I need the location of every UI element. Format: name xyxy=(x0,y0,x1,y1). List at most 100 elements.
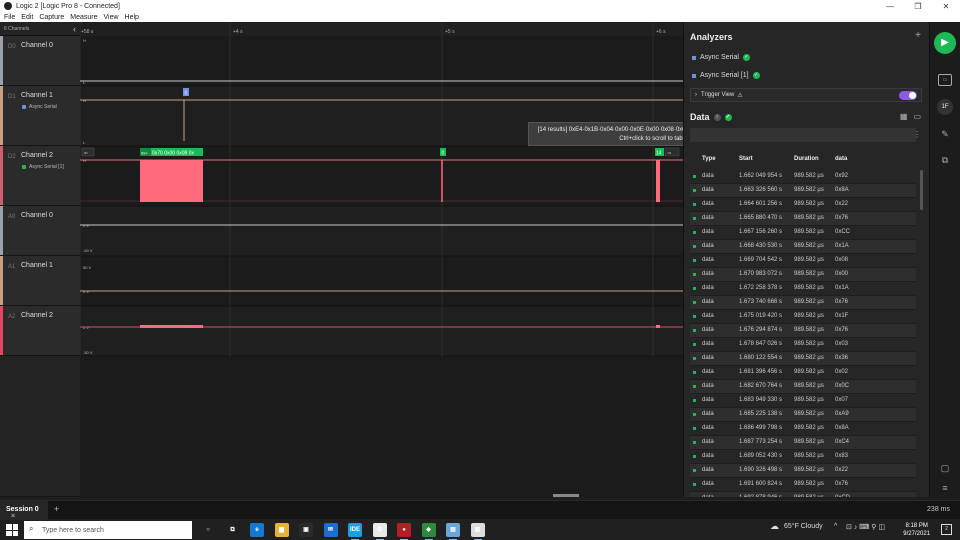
table-row[interactable]: data 1.667 156 260 s 989.582 µs 0xCC xyxy=(690,226,916,240)
table-row[interactable]: data 1.678 847 026 s 989.582 µs 0x03 xyxy=(690,338,916,352)
menu-view[interactable]: View xyxy=(103,14,118,21)
taskbar-search-input[interactable]: ⌕ Type here to search xyxy=(24,521,192,539)
channel-row-d1[interactable]: D1 Channel 1 Async Serial xyxy=(0,86,80,146)
app-red-icon[interactable]: ● xyxy=(397,523,411,540)
table-row[interactable]: data 1.690 326 498 s 989.582 µs 0x22 xyxy=(690,464,916,478)
table-row[interactable]: data 1.662 049 954 s 989.582 µs 0x92 xyxy=(690,170,916,184)
a2-bottom-label: -50 V xyxy=(83,350,93,355)
kebab-menu-icon[interactable]: ⋮ xyxy=(913,130,921,139)
start-capture-play-icon[interactable]: ▶ xyxy=(934,32,956,54)
edge-icon[interactable]: e xyxy=(250,523,264,537)
app-blue-icon[interactable]: ▤ xyxy=(446,523,460,540)
file-explorer-icon[interactable]: ▆ xyxy=(274,523,289,537)
row-status-dot xyxy=(693,175,696,178)
analyzers-icon[interactable]: 1F xyxy=(937,99,953,115)
row-data: 0xA9 xyxy=(835,411,849,417)
menu-measure[interactable]: Measure xyxy=(70,14,97,21)
store-icon[interactable]: ▣ xyxy=(299,523,313,537)
tray-icons[interactable]: ⊡ ♪ ⌨ ⚲ ◫ xyxy=(846,523,885,531)
data-search-input[interactable] xyxy=(690,128,916,142)
table-row[interactable]: data 1.680 122 554 s 989.582 µs 0x36 xyxy=(690,352,916,366)
clock[interactable]: 8:18 PM 9/27/2021 xyxy=(903,522,930,538)
info-icon[interactable]: i xyxy=(713,113,721,121)
menu-file[interactable]: File xyxy=(4,14,15,21)
trigger-view-row[interactable]: › Trigger View ⚠ xyxy=(690,88,922,102)
menu-capture[interactable]: Capture xyxy=(39,14,64,21)
analyzer-async-serial-1[interactable]: Async Serial [1] ✓ xyxy=(692,72,760,79)
measurement-pen-icon[interactable]: ✎ xyxy=(938,128,952,140)
channel-row-d2[interactable]: D2 Channel 2 Async Serial [1] xyxy=(0,146,80,206)
table-row[interactable]: data 1.686 499 798 s 989.582 µs 0x8A xyxy=(690,422,916,436)
session-close-icon[interactable]: × xyxy=(11,513,15,520)
channel-name[interactable]: Channel 1 xyxy=(21,262,53,269)
minimize-button[interactable]: — xyxy=(876,2,904,11)
main-menu-icon[interactable]: ≡ xyxy=(938,482,952,494)
logic-icon[interactable]: ⚙ xyxy=(372,523,387,540)
table-grid-icon[interactable]: ▦ xyxy=(900,112,908,121)
table-row[interactable]: data 1.673 740 666 s 989.582 µs 0x76 xyxy=(690,296,916,310)
channel-name[interactable]: Channel 2 xyxy=(21,312,53,319)
add-analyzer-button[interactable]: + xyxy=(915,30,921,41)
mail-icon[interactable]: ✉ xyxy=(323,523,338,537)
channel-name[interactable]: Channel 2 xyxy=(21,152,53,159)
col-type[interactable]: Type xyxy=(702,156,716,162)
channel-row-a2[interactable]: A2 Channel 2 xyxy=(0,306,80,356)
channel-name[interactable]: Channel 1 xyxy=(21,92,53,99)
ide-icon[interactable]: IDE xyxy=(348,523,362,540)
notifications-icon[interactable]: 2 xyxy=(941,524,952,535)
tray-chevron-icon[interactable]: ^ xyxy=(834,523,837,530)
table-row[interactable]: data 1.681 396 456 s 989.582 µs 0x02 xyxy=(690,366,916,380)
analyzer-async-serial[interactable]: Async Serial ✓ xyxy=(692,54,750,61)
table-row[interactable]: data 1.683 949 330 s 989.582 µs 0x07 xyxy=(690,394,916,408)
row-duration: 989.582 µs xyxy=(794,495,824,497)
windows-start-icon[interactable] xyxy=(6,524,18,536)
table-row[interactable]: data 1.691 600 824 s 989.582 µs 0x76 xyxy=(690,478,916,492)
row-type: data xyxy=(702,425,714,431)
channel-row-a0[interactable]: A0 Channel 0 xyxy=(0,206,80,256)
session-tab[interactable]: Session 0 × xyxy=(0,501,48,520)
row-data: 0x00 xyxy=(835,271,849,277)
channel-name[interactable]: Channel 0 xyxy=(21,42,53,49)
table-row[interactable]: data 1.663 326 560 s 989.582 µs 0x8A xyxy=(690,184,916,198)
feedback-chat-icon[interactable]: ▢ xyxy=(938,462,952,474)
col-start[interactable]: Start xyxy=(739,156,753,162)
terminal-icon[interactable]: ▭ xyxy=(913,112,921,121)
row-type: data xyxy=(702,285,714,291)
table-row[interactable]: data 1.664 601 256 s 989.582 µs 0x22 xyxy=(690,198,916,212)
menu-help[interactable]: Help xyxy=(125,14,139,21)
table-scrollbar[interactable] xyxy=(920,170,923,210)
channel-row-a1[interactable]: A1 Channel 1 xyxy=(0,256,80,306)
table-row[interactable]: data 1.676 294 874 s 989.582 µs 0x76 xyxy=(690,324,916,338)
extensions-icon[interactable]: ⧉ xyxy=(938,154,952,166)
channel-band xyxy=(80,36,683,86)
app-green-icon[interactable]: ◆ xyxy=(421,523,436,540)
device-settings-icon[interactable]: ▭ xyxy=(938,74,952,86)
waveform-area[interactable]: +58 s+4 s+5 s+6 sHLHL0H99+0x70 0x00 0x08… xyxy=(79,22,683,497)
channel-row-d0[interactable]: D0 Channel 0 xyxy=(0,36,80,86)
weather-readout[interactable]: 65°F Cloudy xyxy=(784,523,823,530)
table-row[interactable]: data 1.692 878 946 s 989.582 µs 0xCD xyxy=(690,492,916,497)
channel-name[interactable]: Channel 0 xyxy=(21,212,53,219)
row-duration: 989.582 µs xyxy=(794,383,824,389)
col-duration[interactable]: Duration xyxy=(794,156,819,162)
table-row[interactable]: data 1.689 052 430 s 989.582 µs 0x83 xyxy=(690,450,916,464)
task-view-icon[interactable]: ⧉ xyxy=(226,523,240,537)
menu-edit[interactable]: Edit xyxy=(21,14,33,21)
table-row[interactable]: data 1.665 880 470 s 989.582 µs 0x76 xyxy=(690,212,916,226)
table-row[interactable]: data 1.668 430 530 s 989.582 µs 0x1A xyxy=(690,240,916,254)
close-button[interactable]: ✕ xyxy=(932,2,960,11)
collapse-chevron-icon[interactable]: ‹ xyxy=(73,24,76,34)
table-row[interactable]: data 1.682 670 764 s 989.582 µs 0x0C xyxy=(690,380,916,394)
table-row[interactable]: data 1.685 225 138 s 989.582 µs 0xA9 xyxy=(690,408,916,422)
table-row[interactable]: data 1.672 258 378 s 989.582 µs 0x1A xyxy=(690,282,916,296)
app-grey-icon[interactable]: ▥ xyxy=(470,523,485,540)
table-row[interactable]: data 1.669 704 542 s 989.582 µs 0x08 xyxy=(690,254,916,268)
table-row[interactable]: data 1.670 983 072 s 989.582 µs 0x00 xyxy=(690,268,916,282)
trigger-view-toggle[interactable] xyxy=(899,91,917,100)
cortana-icon[interactable]: ○ xyxy=(201,523,215,537)
col-data[interactable]: data xyxy=(835,156,847,162)
maximize-button[interactable]: ❐ xyxy=(904,2,932,11)
add-session-button[interactable]: + xyxy=(54,504,59,514)
table-row[interactable]: data 1.687 773 254 s 989.582 µs 0xC4 xyxy=(690,436,916,450)
table-row[interactable]: data 1.675 019 420 s 989.582 µs 0x1F xyxy=(690,310,916,324)
